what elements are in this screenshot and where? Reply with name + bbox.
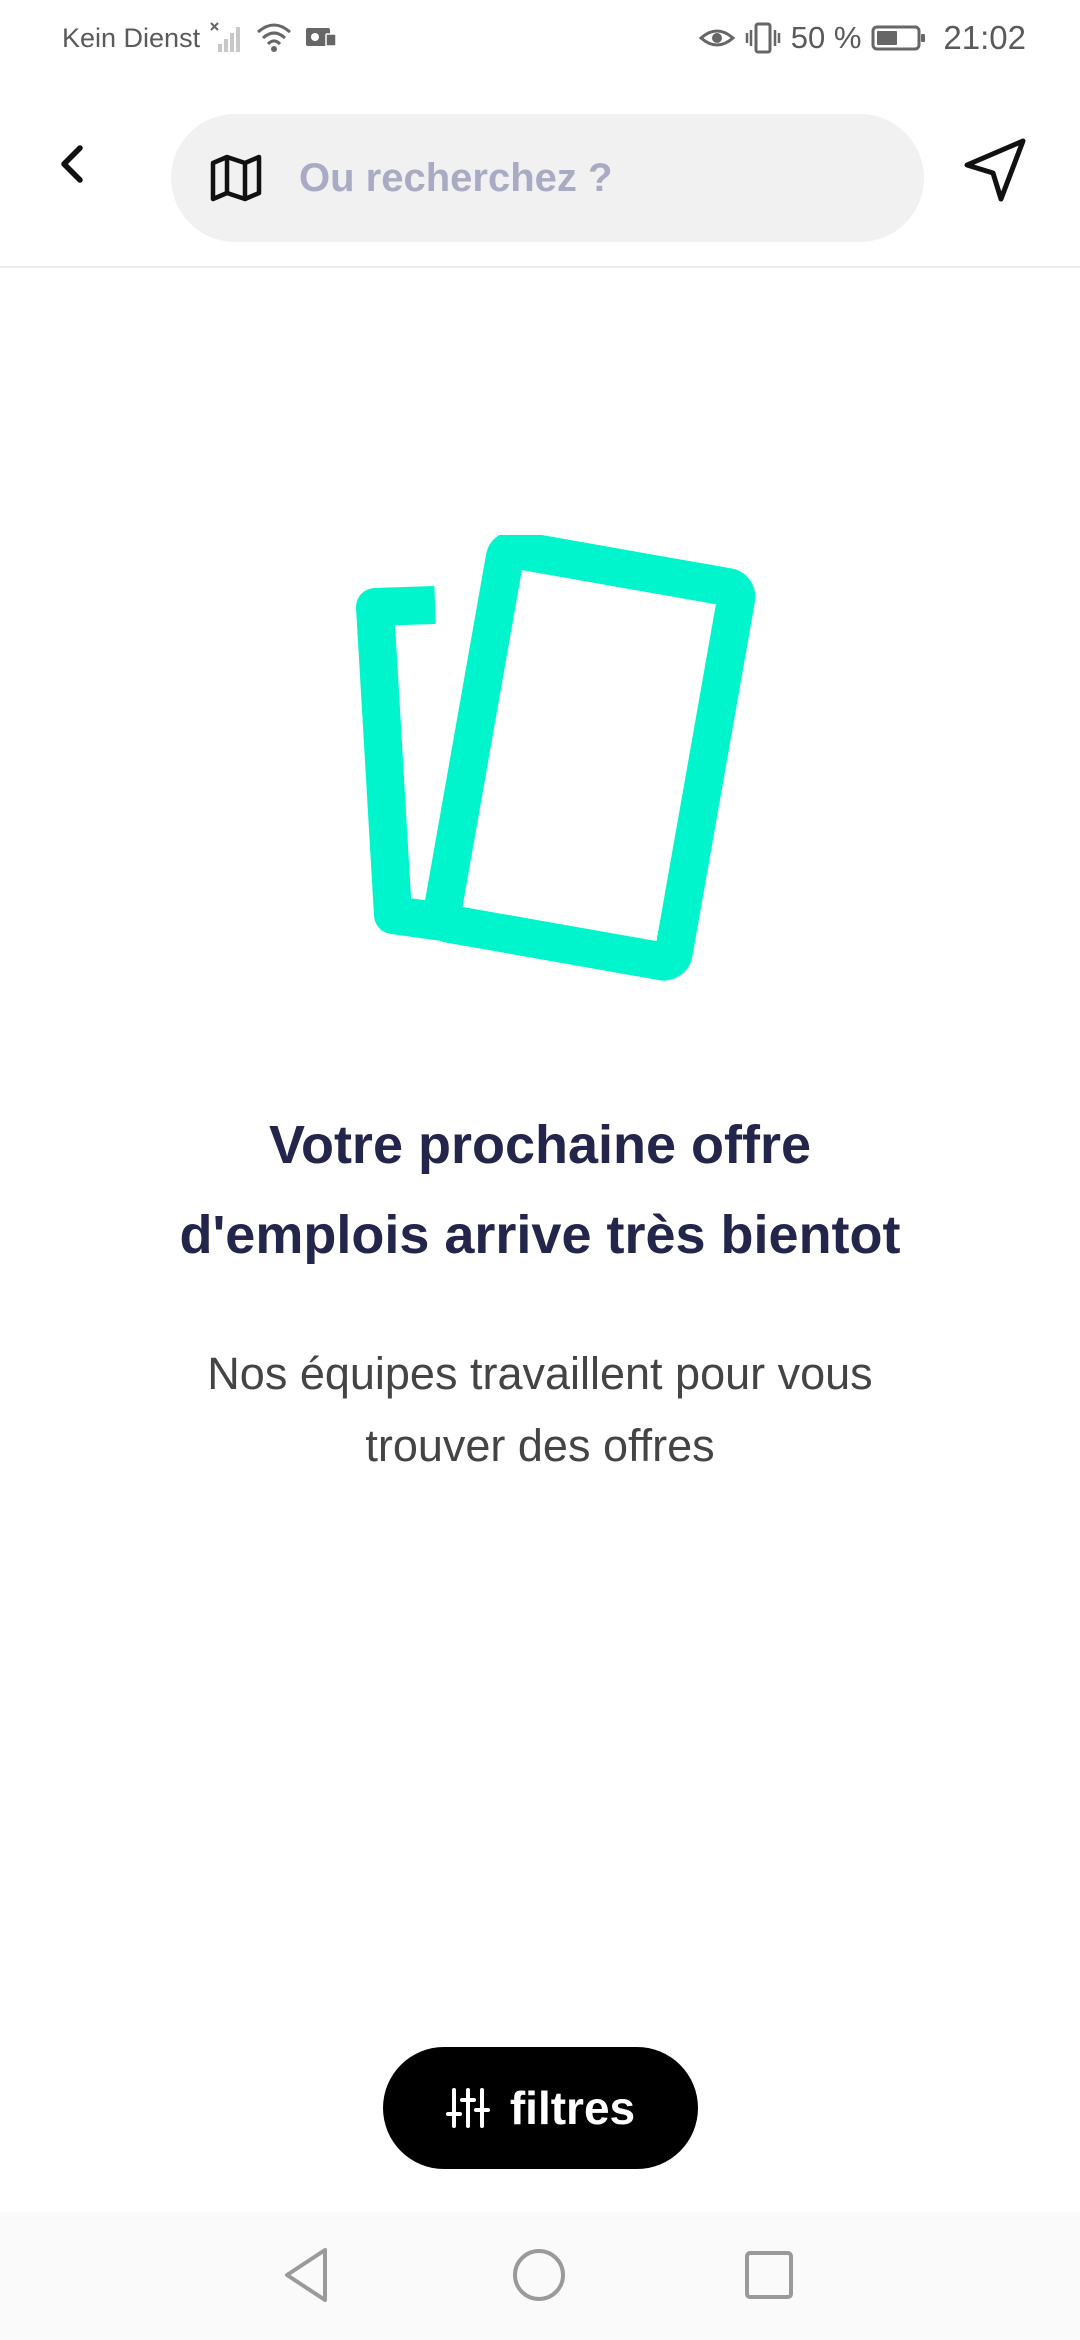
documents-illustration (355, 535, 755, 995)
eye-icon (698, 20, 735, 56)
status-right: 50 % 21:02 (698, 19, 1026, 57)
filters-label: filtres (509, 2082, 636, 2134)
nav-recents-icon (736, 2242, 802, 2308)
search-placeholder: Ou recherchez ? (299, 155, 613, 200)
empty-state-title: Votre prochaine offre d'emplois arrive t… (90, 1100, 990, 1280)
subtitle-line-2: trouver des offres (365, 1420, 715, 1471)
title-line-2: d'emplois arrive très bientot (179, 1205, 901, 1265)
search-input[interactable]: Ou recherchez ? (171, 114, 924, 242)
no-signal-icon (210, 20, 246, 56)
map-icon (207, 149, 265, 207)
status-bar: Kein Dienst 50 % 21:02 (0, 0, 1080, 76)
filters-button[interactable]: filtres (383, 2047, 698, 2169)
title-line-1: Votre prochaine offre (268, 1115, 812, 1175)
nav-recents-button[interactable] (736, 2242, 802, 2308)
battery-percent: 50 % (790, 20, 862, 55)
empty-state-subtitle: Nos équipes travaillent pour vous trouve… (120, 1338, 960, 1482)
top-bar: Ou recherchez ? (0, 76, 1080, 268)
nav-back-button[interactable] (275, 2242, 341, 2308)
subtitle-line-1: Nos équipes travaillent pour vous (207, 1348, 873, 1399)
status-left: Kein Dienst (62, 20, 338, 56)
wifi-icon (256, 20, 292, 56)
locate-button[interactable] (950, 126, 1042, 218)
chevron-left-icon (50, 140, 98, 193)
clock: 21:02 (943, 19, 1026, 56)
nav-home-icon (506, 2242, 572, 2308)
battery-icon (871, 20, 927, 56)
system-nav-bar (0, 2212, 1080, 2340)
nav-home-button[interactable] (506, 2242, 572, 2308)
sliders-icon (445, 2086, 490, 2130)
navigation-arrow-icon (961, 135, 1031, 210)
screen: Kein Dienst 50 % 21:02 Ou recherchez ? V… (0, 0, 1080, 2340)
vibrate-icon (745, 20, 781, 56)
back-button[interactable] (34, 126, 114, 206)
carrier-label: Kein Dienst (62, 22, 201, 53)
vpn-key-icon (302, 20, 338, 56)
nav-back-icon (275, 2242, 341, 2308)
